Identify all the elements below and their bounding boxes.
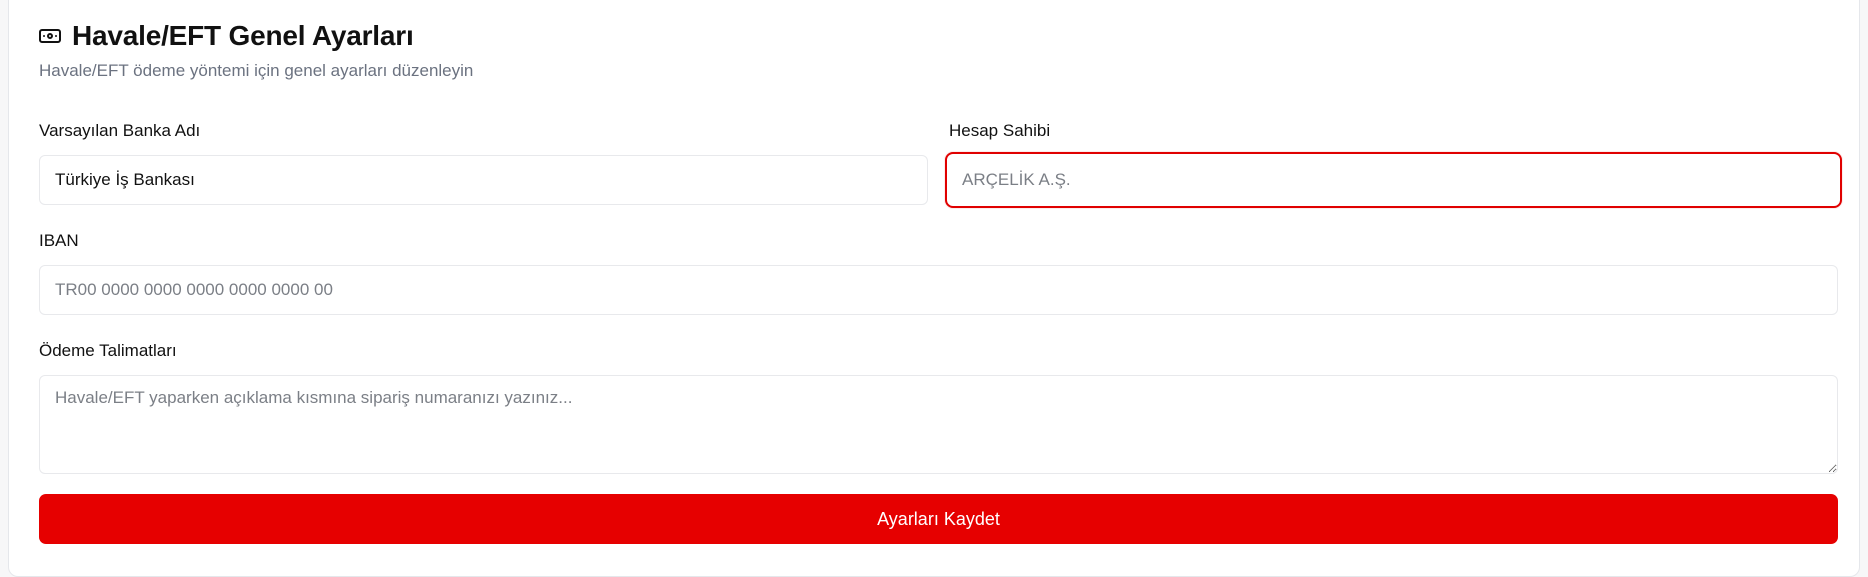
page-title: Havale/EFT Genel Ayarları xyxy=(72,20,414,51)
iban-input[interactable] xyxy=(39,265,1838,315)
page-subtitle: Havale/EFT ödeme yöntemi için genel ayar… xyxy=(39,61,474,80)
bank-name-input[interactable] xyxy=(39,155,928,205)
iban-label: IBAN xyxy=(39,231,79,250)
save-settings-button[interactable]: Ayarları Kaydet xyxy=(39,494,1838,544)
payment-instructions-textarea[interactable] xyxy=(39,375,1838,474)
payment-instructions-label: Ödeme Talimatları xyxy=(39,341,177,360)
account-holder-label: Hesap Sahibi xyxy=(949,121,1051,140)
section-header: Havale/EFT Genel Ayarları xyxy=(38,18,414,54)
bank-name-label: Varsayılan Banka Adı xyxy=(39,121,201,140)
banknote-icon xyxy=(38,24,62,48)
account-holder-input[interactable] xyxy=(945,152,1842,208)
